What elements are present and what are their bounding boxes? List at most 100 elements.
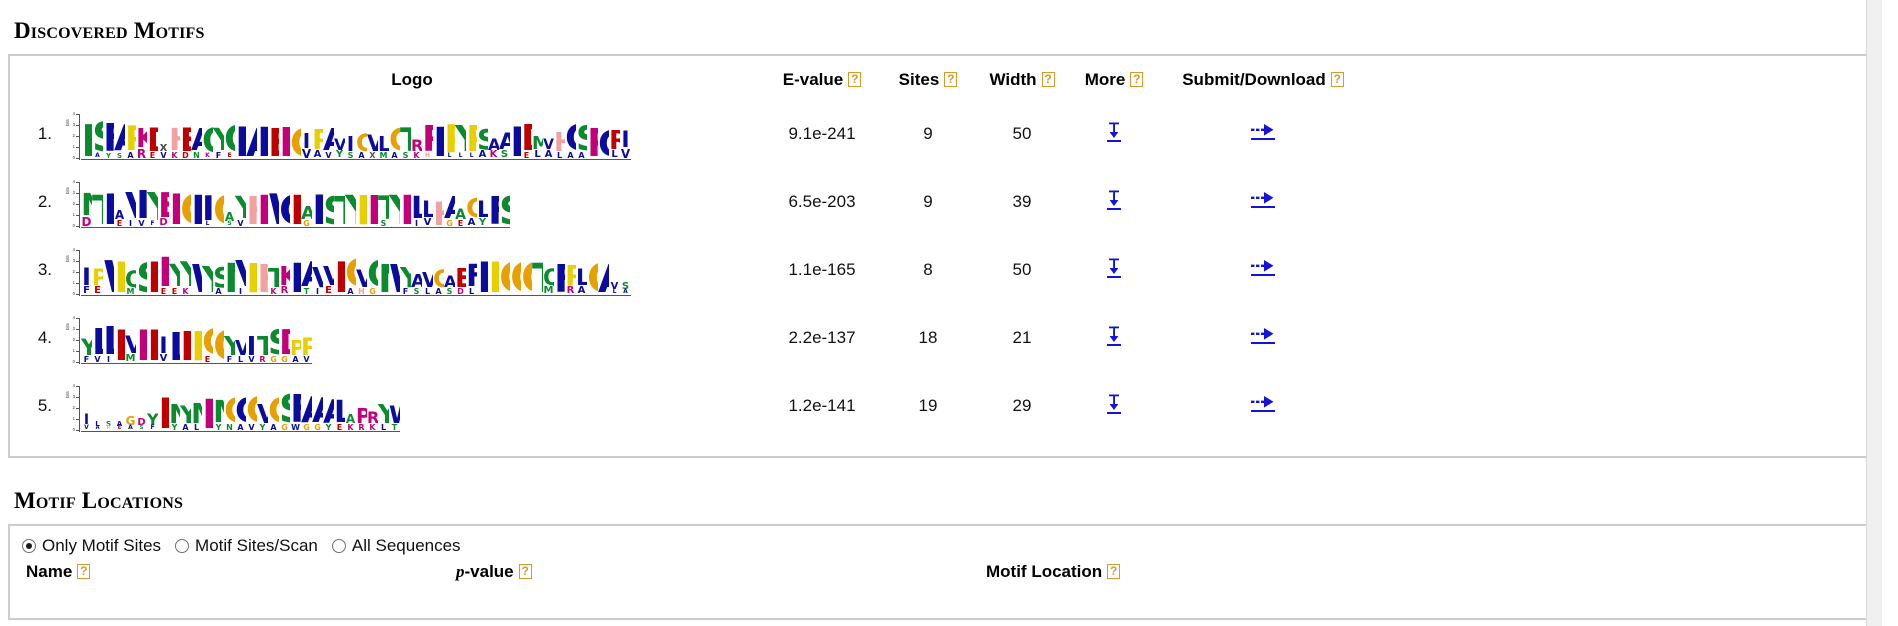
logo-letter: E: [457, 218, 464, 227]
logo-letter: S: [136, 259, 147, 295]
logo-letter: K: [279, 261, 290, 292]
motif-more-link[interactable]: [1107, 190, 1121, 210]
discovered-motifs-panel: Logo E-value? Sites? Width? More? Submit…: [8, 54, 1872, 458]
motif-submit-download-link[interactable]: [1251, 123, 1275, 140]
radio-option[interactable]: All Sequences: [331, 536, 461, 556]
radio-option[interactable]: Motif Sites/Scan: [175, 536, 318, 556]
logo-column: L: [191, 181, 202, 227]
logo-column: YF: [147, 181, 158, 227]
motif-more-link[interactable]: [1107, 122, 1121, 142]
table-row: 4.43210bitsYFLVLIEVMDRIVLRPGEGYFVLIVTRSG…: [10, 304, 1870, 372]
logo-column: LV: [422, 181, 433, 227]
help-question-icon-submit[interactable]: ?: [1330, 72, 1344, 87]
radio-button-icon[interactable]: [331, 539, 346, 553]
radio-option[interactable]: Only Motif Sites: [22, 536, 161, 556]
help-question-icon-evalue[interactable]: ?: [848, 72, 862, 87]
logo-letter: W: [389, 261, 400, 295]
help-question-icon-pvalue[interactable]: ?: [518, 564, 532, 579]
logo-column: SG: [279, 385, 290, 431]
motif-more-cell[interactable]: [1070, 372, 1158, 440]
help-question-icon-location[interactable]: ?: [1107, 564, 1121, 579]
motif-logo-cell[interactable]: 43210bitsIVLASPAEGADSYFRNYYAMLDMYGNCAGVV…: [62, 372, 762, 440]
logo-letter: G: [213, 191, 224, 227]
logo-letter: G: [270, 354, 277, 363]
logo-axis-unit-label: bits: [65, 255, 70, 262]
logo-letter: L: [334, 395, 345, 431]
motif-submit-cell[interactable]: [1158, 168, 1368, 236]
help-question-icon-name[interactable]: ?: [77, 564, 91, 579]
header-submit-download-label: Submit/Download: [1182, 70, 1326, 89]
logo-letter: G: [345, 254, 356, 292]
logo-letter: A: [323, 126, 334, 157]
logo-letter: C: [598, 126, 609, 159]
help-question-icon-width[interactable]: ?: [1041, 72, 1055, 87]
header-name: Name?: [26, 562, 456, 582]
logo-letter: P: [488, 257, 499, 295]
motif-more-link[interactable]: [1107, 258, 1121, 278]
help-question-icon-more[interactable]: ?: [1130, 72, 1144, 87]
motif-more-cell[interactable]: [1070, 236, 1158, 304]
logo-letter: V: [323, 261, 334, 292]
motif-more-cell[interactable]: [1070, 168, 1158, 236]
logo-letter: S: [268, 327, 279, 360]
radio-button-icon[interactable]: [175, 539, 190, 553]
motif-row-spacer: [1368, 304, 1870, 372]
logo-column: VI: [235, 249, 246, 295]
motif-logo-cell[interactable]: 43210bitsYFLVLIEVMDRIVLRPGEGYFVLIVTRSGDG…: [62, 304, 762, 372]
motif-submit-cell[interactable]: [1158, 100, 1368, 168]
motif-width: 50: [1012, 124, 1032, 143]
logo-column: F: [488, 181, 499, 227]
logo-letter: A: [215, 286, 222, 295]
motif-more-cell[interactable]: [1070, 304, 1158, 372]
motif-submit-download-link[interactable]: [1251, 191, 1275, 208]
logo-column: AE: [455, 181, 466, 227]
logo-column: CA: [235, 385, 246, 431]
logo-letter: A: [391, 150, 398, 159]
motif-evalue: 1.1e-165: [788, 260, 856, 279]
motif-submit-cell[interactable]: [1158, 236, 1368, 304]
motif-index: 1.: [37, 124, 52, 143]
motif-submit-cell[interactable]: [1158, 304, 1368, 372]
header-evalue-label: E-value: [782, 70, 844, 89]
logo-column: L: [257, 113, 268, 159]
motif-logo-cell[interactable]: 43210bitsNDTLAEVIIVYFEDRGLILGASYVHDWCEAG…: [62, 168, 762, 236]
motif-submit-download-link[interactable]: [1251, 395, 1275, 412]
logo-column: DE: [158, 249, 169, 295]
logo-column: QM: [125, 249, 136, 295]
logo-column: RH: [422, 113, 433, 159]
dashed-right-arrow-icon: [1251, 260, 1274, 272]
logo-column: YE: [169, 249, 180, 295]
logo-letter: R: [279, 123, 290, 159]
logo-column: PR: [565, 249, 576, 295]
motif-more-link[interactable]: [1107, 394, 1121, 414]
motif-submit-cell[interactable]: [1158, 372, 1368, 440]
vertical-scrollbar-gutter[interactable]: [1866, 0, 1882, 626]
logo-letter: C: [279, 191, 290, 227]
logo-letter: K: [205, 152, 210, 159]
logo-letter: G: [499, 257, 510, 295]
logo-column: PL: [466, 113, 477, 159]
logo-letter: H: [257, 261, 268, 295]
logo-column: VH: [356, 249, 367, 295]
radio-button-icon[interactable]: [22, 539, 36, 553]
motif-more-cell[interactable]: [1070, 100, 1158, 168]
logo-letter: V: [138, 218, 145, 227]
motif-more-link[interactable]: [1107, 326, 1121, 346]
motif-submit-download-link[interactable]: [1251, 259, 1275, 276]
motif-logo-cell[interactable]: 43210bitsMSAFYASPAKRDExVHKEDANQKYFQEFALE…: [62, 100, 762, 168]
logo-column: ED: [455, 249, 466, 295]
help-question-icon-sites[interactable]: ?: [944, 72, 958, 87]
logo-letter: S: [380, 218, 387, 227]
logo-columns: MSAFYASPAKRDExVHKEDANQKYFQEFALERGIVPAAVV…: [81, 114, 631, 160]
logo-column: D: [202, 385, 213, 431]
logo-letter: E: [180, 120, 191, 159]
logo-letter: G: [466, 193, 477, 224]
logo-column: W: [191, 249, 202, 295]
motif-logo-cell[interactable]: 43210bitsIFPEWPQMSRDEYEYKWYSANVIPHTKKRLA…: [62, 236, 762, 304]
logo-column: R: [279, 113, 290, 159]
logo-letter: W: [268, 189, 279, 227]
logo-letter: S: [347, 150, 354, 159]
logo-letter: P: [301, 333, 312, 362]
motif-submit-download-link[interactable]: [1251, 327, 1275, 344]
logo-column: SG: [268, 317, 279, 363]
